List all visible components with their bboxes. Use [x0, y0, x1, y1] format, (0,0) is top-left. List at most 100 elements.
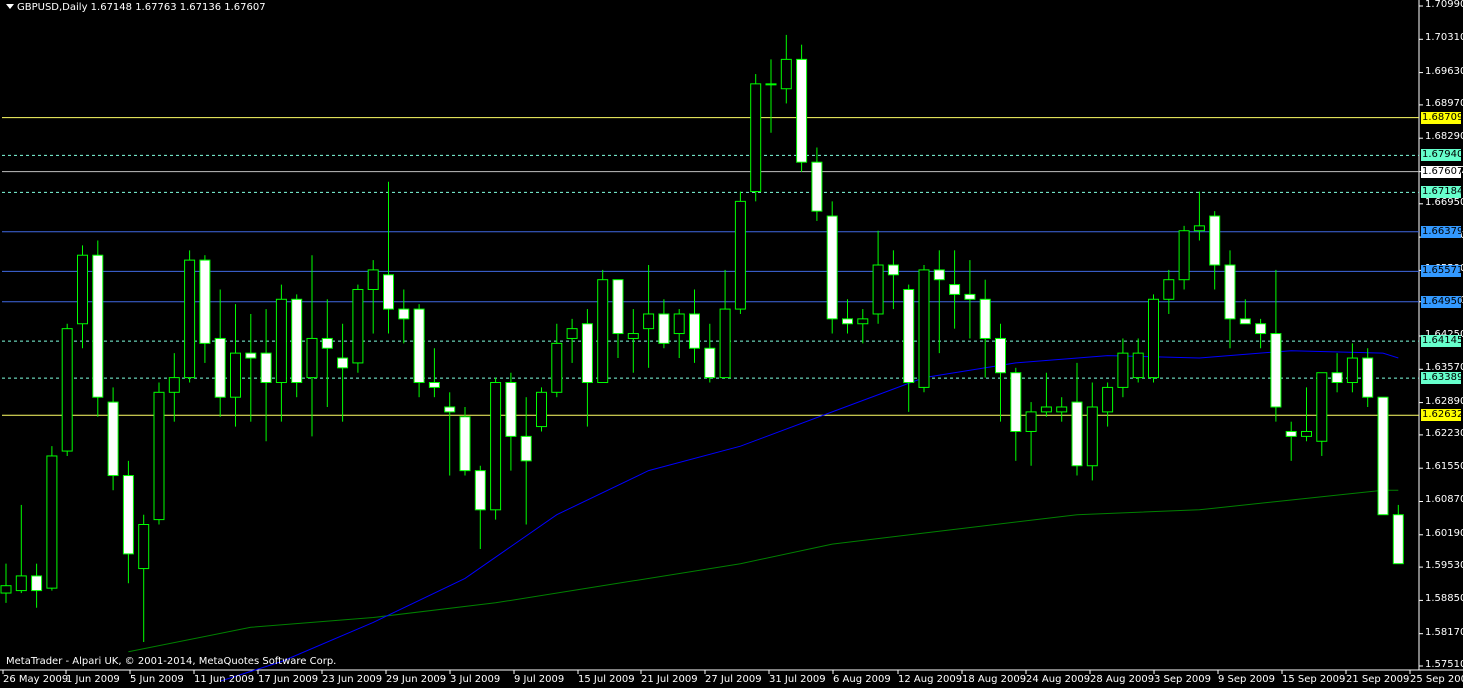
price-tick-label: 1.62890 — [1425, 395, 1463, 407]
bear-candle-body — [1331, 372, 1343, 384]
bull-candle-body — [168, 377, 180, 393]
bull-candle-body — [1056, 406, 1068, 413]
bear-candle-body — [1010, 372, 1022, 432]
bear-candle-body — [428, 382, 440, 388]
dropdown-triangle-icon[interactable] — [6, 4, 14, 9]
bear-candle-body — [704, 347, 716, 379]
bear-candle-body — [842, 318, 853, 325]
price-tick-label: 1.60870 — [1425, 494, 1463, 506]
candlestick-chart[interactable] — [0, 0, 1463, 688]
bull-candle-body — [1316, 372, 1328, 442]
time-tick-label: 3 Jul 2009 — [450, 674, 501, 685]
price-tick-label: 1.58170 — [1425, 626, 1463, 638]
bear-candle-body — [689, 313, 700, 349]
ma-slow-line — [128, 489, 1399, 653]
price-tick-label: 1.70310 — [1425, 32, 1463, 44]
bull-candle-body — [46, 455, 58, 589]
bear-candle-body — [1071, 401, 1083, 467]
bear-candle-body — [887, 264, 899, 276]
time-tick-label: 9 Sep 2009 — [1218, 674, 1276, 685]
bear-candle-body — [337, 357, 349, 369]
time-tick-label: 18 Aug 2009 — [962, 674, 1027, 685]
bull-candle-body — [153, 391, 165, 521]
bear-candle-body — [826, 215, 838, 320]
bull-candle-body — [1193, 225, 1205, 232]
bear-candle-body — [964, 293, 976, 300]
price-tick-label: 1.69630 — [1425, 65, 1463, 77]
time-tick-label: 3 Sep 2009 — [1154, 674, 1212, 685]
bull-candle-body — [1148, 298, 1159, 379]
bull-candle-body — [627, 333, 639, 339]
bear-candle-body — [1224, 264, 1236, 320]
time-tick-label: 6 Aug 2009 — [833, 674, 891, 685]
symbol-info-label: GBPUSD,Daily 1.67148 1.67763 1.67136 1.6… — [6, 2, 266, 13]
bull-candle-body — [765, 83, 777, 86]
bear-candle-body — [291, 298, 303, 384]
bull-candle-body — [1025, 411, 1037, 432]
bear-candle-body — [474, 470, 486, 511]
bull-candle-body — [780, 58, 792, 90]
price-level-label: 1.65571 — [1421, 265, 1463, 278]
bear-candle-body — [995, 337, 1006, 374]
time-tick-label: 26 May 2009 — [3, 674, 69, 685]
bear-candle-body — [1270, 333, 1282, 408]
time-tick-label: 11 Jun 2009 — [194, 674, 255, 685]
price-level-label: 1.68709 — [1421, 111, 1463, 124]
bear-candle-body — [1362, 357, 1374, 398]
bull-candle-body — [566, 328, 578, 339]
time-tick-label: 25 Sep 2009 — [1410, 674, 1463, 685]
copyright-label: MetaTrader - Alpari UK, © 2001-2014, Met… — [6, 656, 337, 667]
bull-candle-body — [1117, 352, 1129, 388]
bull-candle-body — [857, 318, 869, 325]
bear-candle-body — [122, 475, 134, 555]
bear-candle-body — [1392, 514, 1404, 565]
bear-candle-body — [505, 382, 517, 437]
bull-candle-body — [719, 308, 731, 379]
bull-candle-body — [77, 254, 88, 325]
price-tick-label: 1.58850 — [1425, 593, 1463, 605]
price-level-label: 1.67184 — [1421, 186, 1463, 199]
bull-candle-body — [643, 313, 655, 330]
bull-candle-body — [1163, 279, 1175, 300]
bear-candle-body — [245, 352, 257, 359]
symbol-info-text: GBPUSD,Daily 1.67148 1.67763 1.67136 1.6… — [17, 2, 266, 13]
price-tick-label: 1.68970 — [1425, 97, 1463, 109]
bear-candle-body — [903, 288, 915, 384]
bear-candle-body — [949, 284, 961, 295]
bear-candle-body — [92, 254, 104, 398]
bull-candle-body — [1301, 430, 1312, 437]
bear-candle-body — [1239, 318, 1251, 325]
bull-candle-body — [0, 585, 12, 594]
price-tick-label: 1.66950 — [1425, 196, 1463, 208]
bear-candle-body — [796, 58, 808, 163]
time-tick-label: 15 Jul 2009 — [578, 674, 635, 685]
bull-candle-body — [1086, 406, 1098, 467]
bear-candle-body — [581, 323, 593, 384]
bear-candle-body — [260, 352, 272, 384]
bull-candle-body — [750, 83, 762, 193]
bull-candle-body — [536, 391, 547, 428]
price-tick-label: 1.57510 — [1425, 659, 1463, 670]
bull-candle-body — [673, 313, 685, 335]
bear-candle-body — [520, 435, 532, 462]
price-level-label: 1.62632 — [1421, 409, 1463, 422]
bull-candle-body — [306, 337, 318, 379]
bull-candle-body — [275, 298, 287, 384]
bull-candle-body — [490, 382, 502, 511]
bear-candle-body — [1377, 396, 1389, 516]
price-level-label: 1.64145 — [1421, 335, 1463, 348]
bear-candle-body — [933, 269, 945, 281]
bear-candle-body — [658, 313, 670, 344]
bull-candle-body — [61, 328, 73, 452]
bear-candle-body — [31, 575, 43, 592]
bull-candle-body — [230, 352, 241, 398]
chart-window[interactable]: GBPUSD,Daily 1.67148 1.67763 1.67136 1.6… — [0, 0, 1463, 688]
bull-candle-body — [184, 259, 196, 379]
bear-candle-body — [1209, 215, 1221, 266]
bull-candle-body — [918, 269, 930, 388]
time-tick-label: 1 Jun 2009 — [66, 674, 120, 685]
bull-candle-body — [15, 575, 27, 592]
price-tick-label: 1.70990 — [1425, 0, 1463, 10]
price-level-label: 1.67940 — [1421, 149, 1463, 162]
bull-candle-body — [1346, 357, 1358, 384]
